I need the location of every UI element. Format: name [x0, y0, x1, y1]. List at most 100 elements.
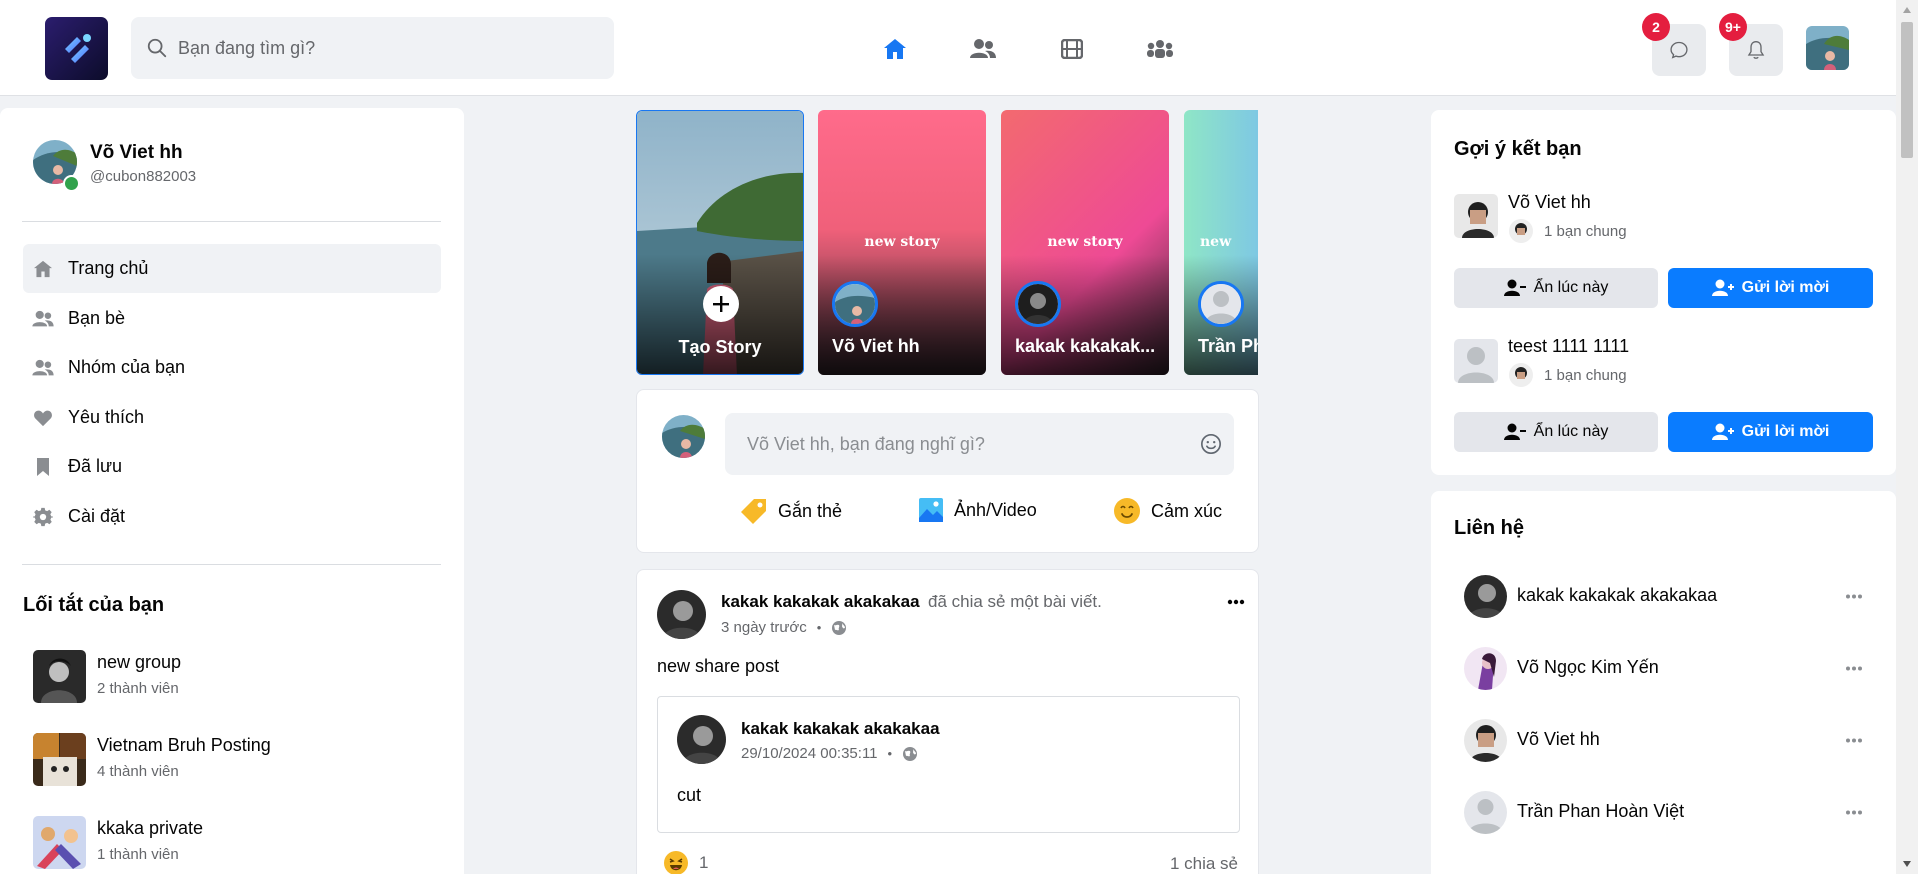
nav-groups[interactable] [1145, 34, 1175, 64]
shortcut-item[interactable]: Vietnam Bruh Posting 4 thành viên [33, 733, 271, 786]
feeling-button[interactable]: Cảm xúc [1113, 497, 1222, 525]
sidebar-item-label: Cài đặt [68, 506, 126, 526]
notifications-button[interactable]: 9+ [1719, 13, 1783, 76]
story-text: new [1200, 234, 1232, 250]
shortcut-name: new group [97, 652, 182, 672]
header-avatar[interactable] [1806, 26, 1849, 70]
contact-item[interactable]: Võ Ngọc Kim Yến [1464, 647, 1659, 690]
shared-meta: 29/10/2024 00:35:11 • [741, 745, 918, 762]
scroll-thumb[interactable] [1901, 22, 1913, 158]
composer-field[interactable] [725, 413, 1234, 475]
post-meta: 3 ngày trước • [721, 619, 847, 636]
profile-username: @cubon882003 [90, 168, 197, 185]
tag-button[interactable]: Gắn thẻ [740, 497, 842, 525]
story-card[interactable]: new story Võ Viet hh [818, 110, 986, 375]
shortcut-name: kkaka private [97, 818, 204, 838]
share-count[interactable]: 1 chia sẻ [1170, 854, 1238, 874]
hide-label: Ẩn lúc này [1533, 279, 1609, 296]
gear-icon [33, 507, 53, 526]
suggestion-name[interactable]: teest 1111 1111 [1508, 336, 1629, 357]
contact-item[interactable]: Võ Viet hh [1464, 719, 1600, 762]
avatar[interactable] [1454, 194, 1498, 238]
photo-video-button[interactable]: Ảnh/Video [918, 497, 1037, 523]
sidebar-item-label: Yêu thích [68, 407, 145, 427]
avatar-photo [1509, 363, 1533, 387]
avatar-photo [1464, 791, 1507, 834]
groups-icon [32, 359, 54, 375]
story-avatar [1015, 281, 1061, 327]
left-sidebar: Võ Viet hh @cubon882003 Trang chủ Bạn bè… [0, 108, 464, 874]
shortcut-item[interactable]: kkaka private 1 thành viên [33, 816, 203, 869]
sidebar-item-groups[interactable]: Nhóm của bạn [23, 343, 441, 392]
scroll-down-arrow[interactable] [1896, 854, 1918, 874]
post-time[interactable]: 3 ngày trước [721, 619, 807, 636]
group-thumbnail [33, 733, 86, 786]
nav-friends[interactable] [968, 34, 998, 64]
sidebar-item-friends[interactable]: Bạn bè [23, 294, 441, 343]
contact-options-button[interactable] [1842, 658, 1866, 678]
story-author: Võ Viet hh [832, 336, 920, 356]
avatar-photo [1454, 194, 1498, 238]
post-author[interactable]: kakak kakakak akakakaa [721, 592, 920, 611]
nav-watch[interactable] [1057, 34, 1087, 64]
search-box[interactable] [131, 17, 614, 79]
reaction-count: 1 [699, 853, 709, 872]
send-invite-button[interactable]: Gửi lời mời [1668, 268, 1873, 308]
group-photo [33, 650, 86, 703]
smiley-icon [1114, 498, 1140, 524]
nav-home[interactable] [880, 34, 910, 64]
bookmark-icon [37, 457, 49, 476]
create-story-card[interactable]: Tạo Story [636, 110, 804, 375]
groups-icon [1147, 40, 1173, 58]
profile-name[interactable]: Võ Viet hh [90, 142, 183, 164]
story-card[interactable]: new Trần Pha [1184, 110, 1258, 375]
avatar[interactable] [1454, 339, 1498, 383]
sidebar-item-settings[interactable]: Cài đặt [23, 492, 441, 541]
shared-author[interactable]: kakak kakakak akakakaa [741, 719, 940, 739]
post-options-button[interactable] [1222, 592, 1250, 612]
contact-name: Võ Viet hh [1517, 729, 1600, 749]
composer-input[interactable] [747, 433, 1187, 455]
shortcut-item[interactable]: new group 2 thành viên [33, 650, 181, 703]
page-scrollbar[interactable] [1896, 0, 1918, 874]
hide-suggestion-button[interactable]: Ẩn lúc này [1454, 412, 1658, 452]
shortcuts-title: Lối tắt của bạn [23, 594, 165, 616]
tag-label: Gắn thẻ [778, 500, 843, 521]
tag-icon [741, 499, 766, 524]
contact-name: kakak kakakak akakakaa [1517, 585, 1718, 605]
contact-item[interactable]: kakak kakakak akakakaa [1464, 575, 1717, 618]
home-icon [34, 260, 52, 277]
hide-suggestion-button[interactable]: Ẩn lúc này [1454, 268, 1658, 308]
avatar [1464, 575, 1507, 618]
story-text: new story [864, 234, 940, 250]
more-icon [1846, 738, 1862, 742]
chat-icon [1670, 41, 1688, 59]
sidebar-item-label: Đã lưu [68, 456, 123, 476]
send-invite-button[interactable]: Gửi lời mời [1668, 412, 1873, 452]
contact-options-button[interactable] [1842, 730, 1866, 750]
group-thumbnail [33, 816, 86, 869]
search-input[interactable] [178, 37, 598, 59]
contact-options-button[interactable] [1842, 586, 1866, 606]
scroll-up-arrow[interactable] [1896, 0, 1918, 20]
avatar[interactable] [657, 590, 706, 639]
contact-options-button[interactable] [1842, 802, 1866, 822]
sidebar-item-label: Bạn bè [68, 308, 126, 328]
mutual-avatar [1509, 363, 1533, 387]
reaction-summary[interactable]: 1 [663, 850, 708, 874]
add-story-button[interactable] [703, 286, 739, 322]
invite-label: Gửi lời mời [1741, 279, 1830, 296]
shared-post[interactable]: kakak kakakak akakakaa 29/10/2024 00:35:… [657, 696, 1240, 833]
emoji-icon[interactable] [1200, 433, 1222, 455]
sidebar-item-home[interactable]: Trang chủ [23, 244, 441, 293]
add-user-icon [1711, 279, 1734, 296]
app-logo[interactable] [45, 17, 108, 80]
post-header: kakak kakakak akakakaa đã chia sẻ một bà… [721, 592, 1102, 612]
sidebar-item-saved[interactable]: Đã lưu [23, 442, 441, 491]
sidebar-item-favorites[interactable]: Yêu thích [23, 393, 441, 442]
suggestion-name[interactable]: Võ Viet hh [1508, 192, 1591, 213]
hide-label: Ẩn lúc này [1533, 423, 1609, 440]
contact-item[interactable]: Trần Phan Hoàn Việt [1464, 791, 1684, 834]
story-card[interactable]: new story kakak kakakak... [1001, 110, 1169, 375]
messages-button[interactable]: 2 [1642, 13, 1706, 76]
